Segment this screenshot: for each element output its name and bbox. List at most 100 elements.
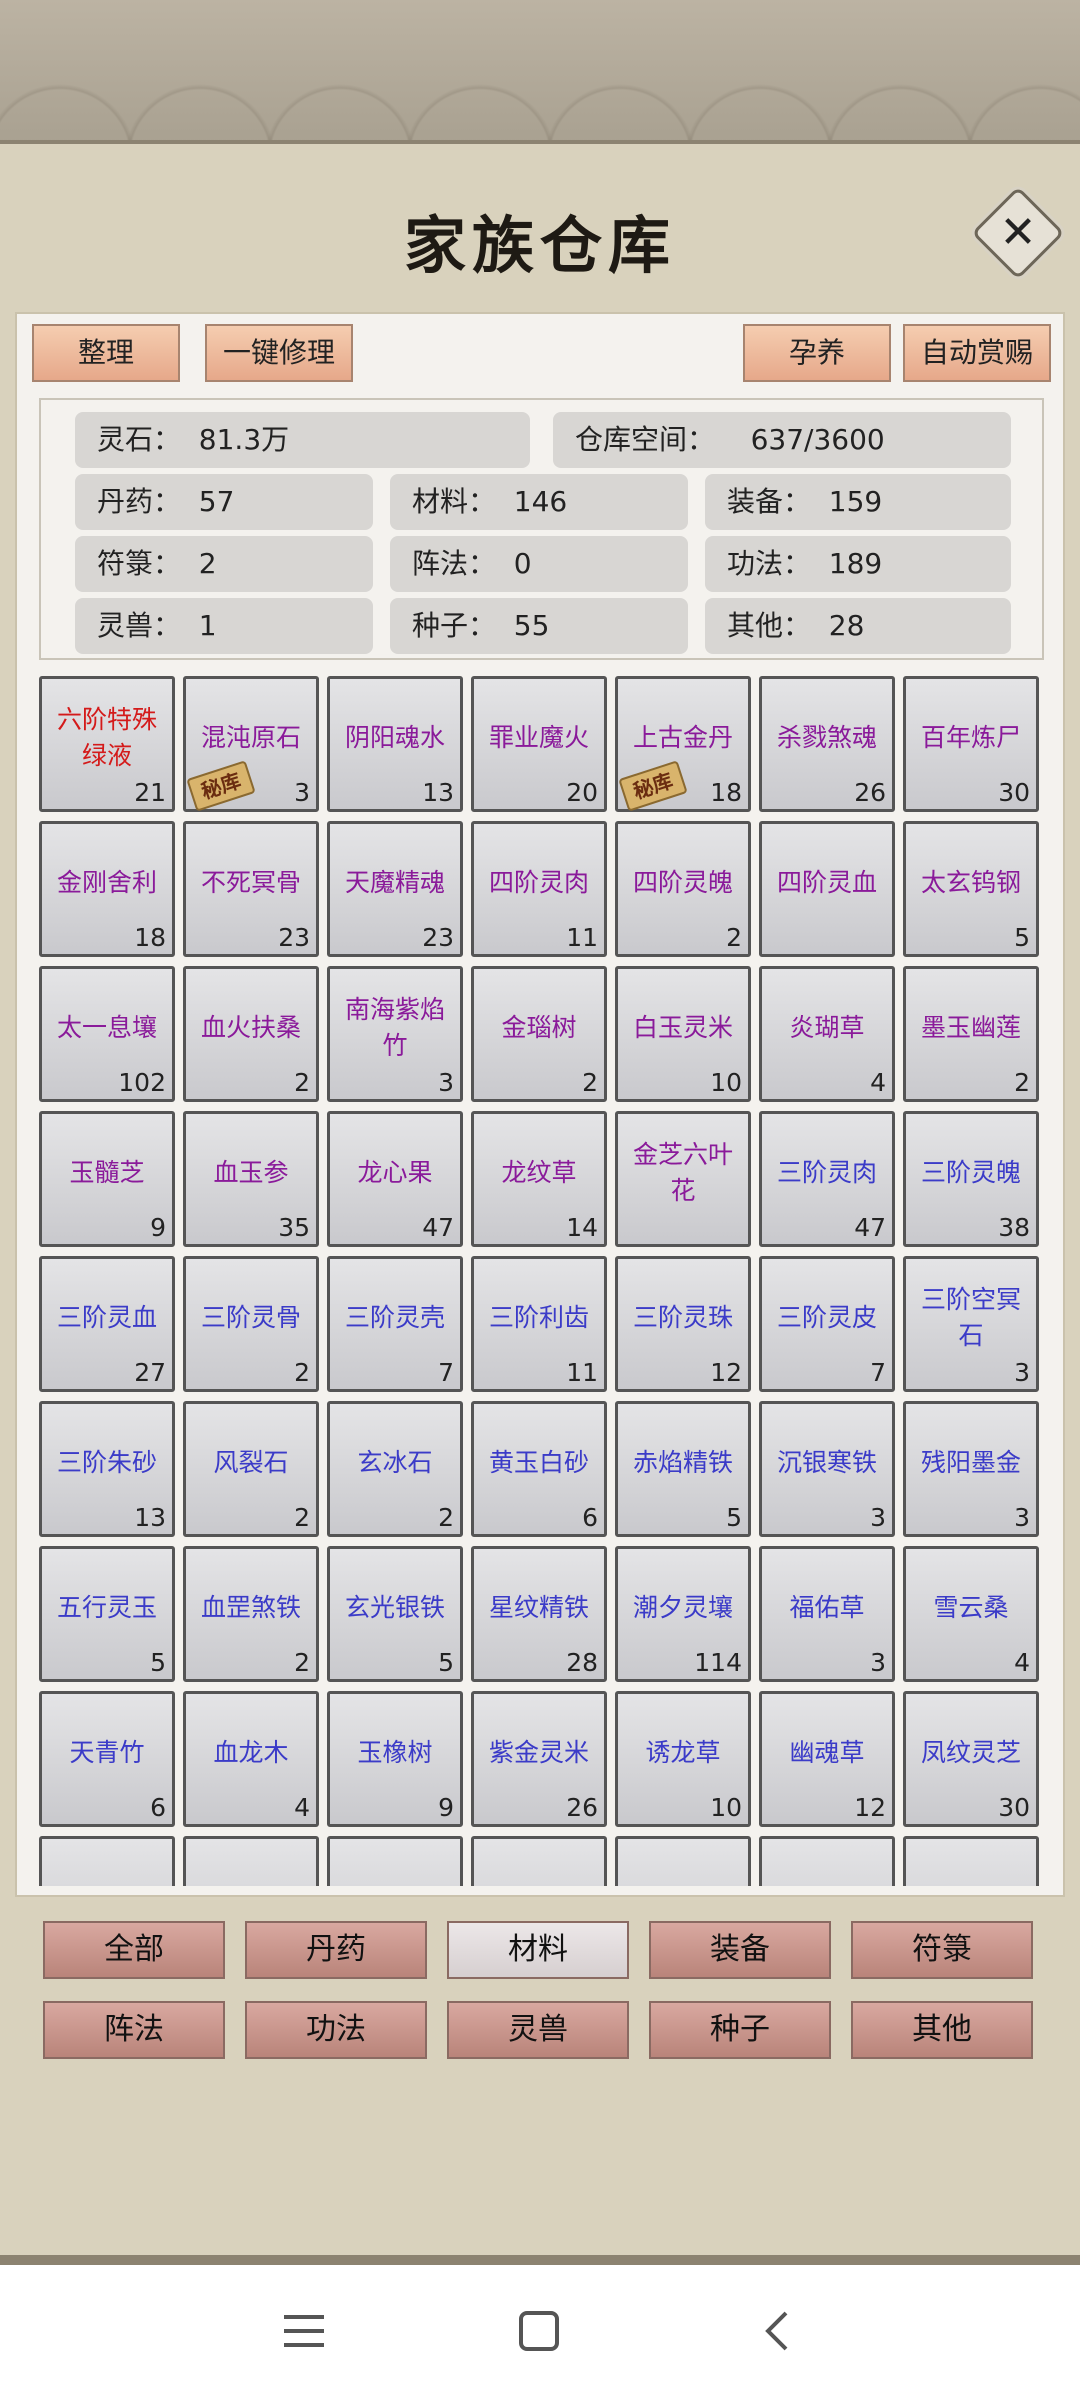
item-slot[interactable]: 三阶灵血 27: [39, 1256, 175, 1392]
auto-reward-button[interactable]: 自动赏赐: [903, 324, 1051, 382]
item-slot[interactable]: 三阶灵壳 7: [327, 1256, 463, 1392]
stat-talismans: 符箓： 2: [75, 536, 373, 592]
item-slot[interactable]: 三阶灵皮 7: [759, 1256, 895, 1392]
item-slot[interactable]: [471, 1836, 607, 1886]
item-slot[interactable]: 上古金丹 秘库 18: [615, 676, 751, 812]
item-slot[interactable]: [327, 1836, 463, 1886]
stat-pills: 丹药： 57: [75, 474, 373, 530]
item-slot[interactable]: 福佑草 3: [759, 1546, 895, 1682]
item-slot[interactable]: 血玉参 35: [183, 1111, 319, 1247]
item-name: 血罡煞铁: [200, 1593, 301, 1622]
item-slot[interactable]: 阴阳魂水 13: [327, 676, 463, 812]
item-slot[interactable]: 五行灵玉 5: [39, 1546, 175, 1682]
item-slot[interactable]: 血龙木 4: [183, 1691, 319, 1827]
item-slot[interactable]: 血火扶桑 2: [183, 966, 319, 1102]
item-slot[interactable]: [759, 1836, 895, 1886]
item-slot[interactable]: 金瑙树 2: [471, 966, 607, 1102]
item-slot[interactable]: 三阶灵肉 47: [759, 1111, 895, 1247]
item-slot[interactable]: 不死冥骨 23: [183, 821, 319, 957]
category-tab[interactable]: 丹药: [245, 1921, 427, 1979]
item-slot[interactable]: 三阶空冥石 3: [903, 1256, 1039, 1392]
item-slot[interactable]: 残阳墨金 3: [903, 1401, 1039, 1537]
item-slot[interactable]: 玉橡树 9: [327, 1691, 463, 1827]
item-slot[interactable]: 玉髓芝 9: [39, 1111, 175, 1247]
item-slot[interactable]: 三阶朱砂 13: [39, 1401, 175, 1537]
system-navbar: [0, 2265, 1080, 2400]
item-slot[interactable]: 天魔精魂 23: [327, 821, 463, 957]
item-slot[interactable]: 龙纹草 14: [471, 1111, 607, 1247]
category-tab[interactable]: 阵法: [43, 2001, 225, 2059]
item-slot[interactable]: 玄冰石 2: [327, 1401, 463, 1537]
item-slot[interactable]: 南海紫焰竹 3: [327, 966, 463, 1102]
item-count: 26: [566, 1793, 598, 1822]
menu-icon[interactable]: [282, 2309, 326, 2353]
item-slot[interactable]: 赤焰精铁 5: [615, 1401, 751, 1537]
item-name: 玉橡树: [357, 1738, 433, 1767]
item-slot[interactable]: 六阶特殊绿液 21: [39, 676, 175, 812]
item-slot[interactable]: 星纹精铁 28: [471, 1546, 607, 1682]
item-slot[interactable]: 罪业魔火 20: [471, 676, 607, 812]
item-slot[interactable]: 四阶灵魄 2: [615, 821, 751, 957]
item-slot[interactable]: [615, 1836, 751, 1886]
item-slot[interactable]: 黄玉白砂 6: [471, 1401, 607, 1537]
item-count: 5: [438, 1648, 454, 1677]
item-slot[interactable]: 杀戮煞魂 26: [759, 676, 895, 812]
item-count: 5: [726, 1503, 742, 1532]
item-slot[interactable]: 金刚舍利 18: [39, 821, 175, 957]
item-slot[interactable]: 混沌原石 秘库 3: [183, 676, 319, 812]
item-slot[interactable]: [903, 1836, 1039, 1886]
item-slot[interactable]: 沉银寒铁 3: [759, 1401, 895, 1537]
item-slot[interactable]: 血罡煞铁 2: [183, 1546, 319, 1682]
item-slot[interactable]: 四阶灵肉 11: [471, 821, 607, 957]
item-count: 3: [438, 1068, 454, 1097]
item-name: 阴阳魂水: [344, 723, 445, 752]
category-tab[interactable]: 材料: [447, 1921, 629, 1979]
item-slot[interactable]: 白玉灵米 10: [615, 966, 751, 1102]
item-slot[interactable]: 玄光银铁 5: [327, 1546, 463, 1682]
item-slot[interactable]: 天青竹 6: [39, 1691, 175, 1827]
category-tab[interactable]: 符箓: [851, 1921, 1033, 1979]
item-slot[interactable]: 紫金灵米 26: [471, 1691, 607, 1827]
item-slot[interactable]: 炎瑚草 4: [759, 966, 895, 1102]
item-name: 龙纹草: [501, 1158, 577, 1187]
item-slot[interactable]: 金芝六叶花: [615, 1111, 751, 1247]
item-slot[interactable]: 雪云桑 4: [903, 1546, 1039, 1682]
category-tab[interactable]: 装备: [649, 1921, 831, 1979]
item-slot[interactable]: 三阶利齿 11: [471, 1256, 607, 1392]
category-tab[interactable]: 功法: [245, 2001, 427, 2059]
category-tab[interactable]: 灵兽: [447, 2001, 629, 2059]
item-slot[interactable]: 三阶灵珠 12: [615, 1256, 751, 1392]
item-slot[interactable]: 凤纹灵芝 30: [903, 1691, 1039, 1827]
item-slot[interactable]: 太玄钨钢 5: [903, 821, 1039, 957]
item-slot[interactable]: 墨玉幽莲 2: [903, 966, 1039, 1102]
item-slot[interactable]: 三阶灵骨 2: [183, 1256, 319, 1392]
nurture-button[interactable]: 孕养: [743, 324, 891, 382]
item-name: 玉髓芝: [69, 1158, 145, 1187]
category-tab[interactable]: 全部: [43, 1921, 225, 1979]
back-chevron-icon[interactable]: [756, 2309, 800, 2353]
item-slot[interactable]: [183, 1836, 319, 1886]
item-slot[interactable]: 三阶灵魄 38: [903, 1111, 1039, 1247]
item-slot[interactable]: 风裂石 2: [183, 1401, 319, 1537]
item-slot[interactable]: 潮夕灵壤 114: [615, 1546, 751, 1682]
item-slot[interactable]: 诱龙草 10: [615, 1691, 751, 1827]
item-count: 6: [582, 1503, 598, 1532]
item-count: 3: [870, 1503, 886, 1532]
item-slot[interactable]: 四阶灵血: [759, 821, 895, 957]
item-grid[interactable]: 六阶特殊绿液 21 混沌原石 秘库 3 阴阳魂水 13 罪业魔火 20 上古金丹 秘库 18 杀戮煞魂 2…: [39, 676, 1044, 1886]
category-tab[interactable]: 其他: [851, 2001, 1033, 2059]
item-slot[interactable]: 龙心果 47: [327, 1111, 463, 1247]
item-slot[interactable]: [39, 1836, 175, 1886]
item-slot[interactable]: 太一息壤 102: [39, 966, 175, 1102]
item-count: 2: [294, 1068, 310, 1097]
home-square-icon[interactable]: [517, 2309, 561, 2353]
item-slot[interactable]: 幽魂草 12: [759, 1691, 895, 1827]
item-count: 2: [438, 1503, 454, 1532]
category-tab[interactable]: 种子: [649, 2001, 831, 2059]
repair-all-button[interactable]: 一键修理: [205, 324, 353, 382]
item-count: 28: [566, 1648, 598, 1677]
item-name: 天青竹: [69, 1738, 145, 1767]
sort-button[interactable]: 整理: [32, 324, 180, 382]
item-count: 30: [998, 778, 1030, 807]
item-slot[interactable]: 百年炼尸 30: [903, 676, 1039, 812]
